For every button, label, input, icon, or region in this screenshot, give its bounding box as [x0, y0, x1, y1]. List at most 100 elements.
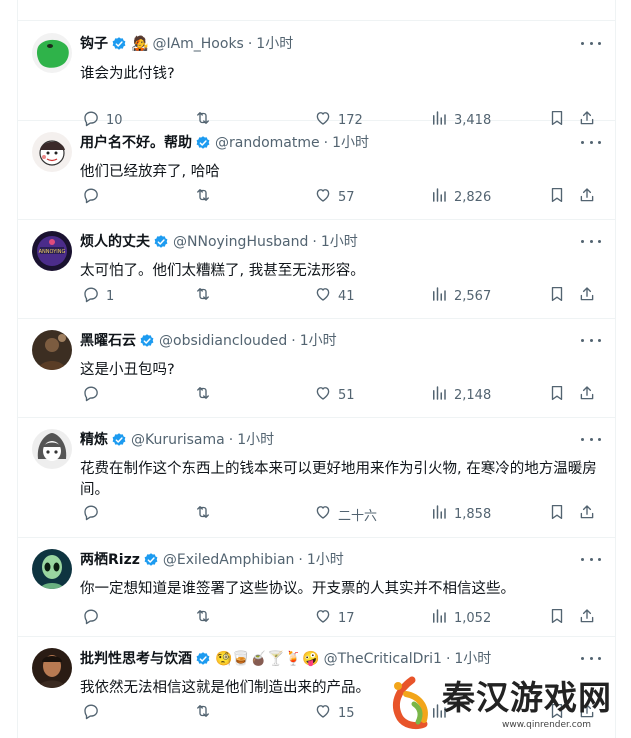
more-options-icon[interactable] — [581, 35, 601, 51]
like-button[interactable]: 17 — [314, 607, 355, 629]
separator-dot: · — [247, 36, 253, 52]
bookmark-button[interactable] — [548, 285, 566, 307]
bookmark-button[interactable] — [548, 503, 566, 525]
avatar[interactable] — [32, 132, 72, 172]
separator-dot: · — [298, 552, 303, 568]
timestamp[interactable]: 1小时 — [307, 550, 344, 570]
like-button[interactable]: 51 — [314, 384, 355, 406]
reply-button[interactable] — [82, 384, 106, 406]
reply-button[interactable]: 1 — [82, 285, 114, 307]
bookmark-icon — [548, 285, 566, 307]
bookmark-button[interactable] — [548, 607, 566, 629]
like-button[interactable]: 57 — [314, 186, 355, 208]
more-options-icon[interactable] — [581, 551, 601, 567]
tweet-text: 他们已经放弃了, 哈哈 — [80, 164, 220, 180]
display-name[interactable]: 烦人的丈夫 — [80, 232, 150, 252]
like-button[interactable]: 41 — [314, 285, 355, 307]
reply-button[interactable] — [82, 702, 106, 724]
views-button[interactable]: 1,858 — [430, 503, 491, 525]
reply-button[interactable] — [82, 186, 106, 208]
timestamp[interactable]: 1小时 — [454, 649, 491, 669]
views-button[interactable]: 2,148 — [430, 384, 491, 406]
share-button[interactable] — [578, 285, 596, 307]
views-button[interactable]: 2,826 — [430, 186, 491, 208]
heart-icon — [314, 186, 332, 208]
views-button[interactable]: 1,052 — [430, 607, 491, 629]
avatar[interactable] — [32, 33, 72, 73]
display-name[interactable]: 两栖Rizz — [80, 550, 140, 570]
display-name[interactable]: 批判性思考与饮酒 — [80, 649, 192, 669]
like-button[interactable]: 15 — [314, 702, 355, 724]
timestamp[interactable]: 1小时 — [332, 133, 369, 153]
reply-button[interactable] — [82, 503, 106, 525]
reply-icon — [82, 702, 100, 724]
share-button[interactable] — [578, 503, 596, 525]
reply-button[interactable] — [82, 607, 106, 629]
separator-dot: · — [312, 234, 317, 250]
retweet-button[interactable] — [194, 702, 218, 724]
tweet[interactable]: 用户名不好。帮助 @randomatme · 1小时 他们已经放弃了, 哈哈 5… — [18, 120, 615, 220]
avatar[interactable] — [32, 330, 72, 370]
retweet-button[interactable] — [194, 503, 218, 525]
timestamp[interactable]: 1小时 — [256, 34, 293, 54]
user-handle[interactable]: @TheCriticalDri1 — [324, 649, 442, 669]
reply-count: 1 — [106, 288, 115, 304]
retweet-button[interactable] — [194, 384, 218, 406]
display-name[interactable]: 黑曜石云 — [80, 331, 136, 351]
display-name[interactable]: 钩子 — [80, 34, 108, 54]
views-button[interactable]: 2,567 — [430, 285, 491, 307]
display-name[interactable]: 用户名不好。帮助 — [80, 133, 192, 153]
bookmark-button[interactable] — [548, 186, 566, 208]
separator-dot: · — [291, 333, 296, 349]
action-bar: 51 2,148 — [74, 384, 601, 406]
more-options-icon[interactable] — [581, 233, 601, 249]
like-button[interactable]: 二十六 — [314, 503, 377, 525]
user-handle[interactable]: @NNoyingHusband — [173, 232, 308, 252]
separator-dot: · — [228, 432, 234, 448]
tweet[interactable]: 钩子 🧑‍🎤 @IAm_Hooks · 1小时 谁会为此付钱? 10 172 — [18, 21, 615, 128]
share-button[interactable] — [578, 384, 596, 406]
bookmark-button[interactable] — [548, 384, 566, 406]
timestamp[interactable]: 1小时 — [321, 232, 358, 252]
user-handle[interactable]: @ExiledAmphibian — [163, 550, 295, 570]
user-handle[interactable]: @IAm_Hooks — [152, 34, 243, 54]
timestamp[interactable]: 1小时 — [300, 331, 337, 351]
user-handle[interactable]: @obsidianclouded — [159, 331, 287, 351]
tweet[interactable]: 两栖Rizz @ExiledAmphibian · 1小时 你一定想知道是谁签署… — [18, 537, 615, 637]
analytics-icon — [430, 607, 448, 629]
retweet-icon — [194, 384, 212, 406]
retweet-icon — [194, 503, 212, 525]
profile-emoji-badge: 🧐🥃🧉🍸🍹🤪 — [215, 651, 320, 667]
more-options-icon[interactable] — [581, 332, 601, 348]
share-button[interactable] — [578, 607, 596, 629]
avatar[interactable]: ANNOYING — [32, 231, 72, 271]
avatar[interactable] — [32, 549, 72, 589]
more-options-icon[interactable] — [581, 431, 601, 447]
more-options-icon[interactable] — [581, 134, 601, 150]
retweet-button[interactable] — [194, 607, 218, 629]
like-count: 15 — [338, 705, 355, 721]
reply-icon — [82, 186, 100, 208]
timestamp[interactable]: 1小时 — [237, 430, 274, 450]
heart-icon — [314, 702, 332, 724]
retweet-icon — [194, 285, 212, 307]
share-button[interactable] — [578, 186, 596, 208]
tweet[interactable]: 精炼 @Kururisama · 1小时 花费在制作这个东西上的钱本来可以更好地… — [18, 417, 615, 538]
retweet-icon — [194, 186, 212, 208]
avatar[interactable] — [32, 648, 72, 688]
avatar[interactable] — [32, 429, 72, 469]
user-handle[interactable]: @randomatme — [215, 133, 320, 153]
verified-badge-icon — [139, 333, 155, 349]
reply-icon — [82, 384, 100, 406]
analytics-icon — [430, 285, 448, 307]
tweet[interactable]: ANNOYING 烦人的丈夫 @NNoyingHusband · 1小时 太可怕… — [18, 219, 615, 319]
retweet-button[interactable] — [194, 186, 218, 208]
bookmark-icon — [548, 186, 566, 208]
display-name[interactable]: 精炼 — [80, 430, 108, 450]
more-options-icon[interactable] — [581, 650, 601, 666]
tweet[interactable]: 黑曜石云 @obsidianclouded · 1小时 这是小丑包吗? 51 2… — [18, 318, 615, 418]
retweet-button[interactable] — [194, 285, 218, 307]
like-count: 57 — [338, 189, 355, 205]
user-handle[interactable]: @Kururisama — [131, 430, 225, 450]
analytics-icon — [430, 384, 448, 406]
